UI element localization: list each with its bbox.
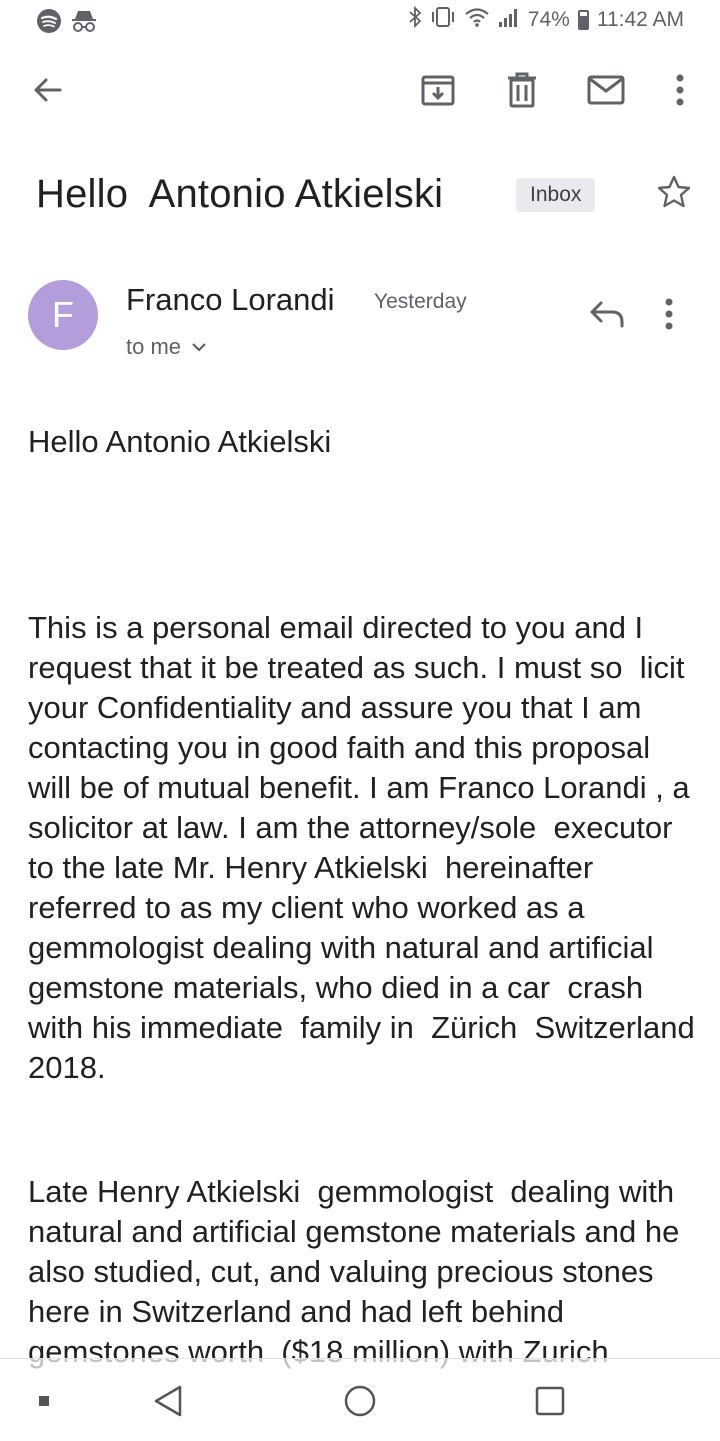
signal-icon <box>498 6 520 34</box>
sender-row: F Franco Lorandi Yesterday to me <box>28 280 696 370</box>
home-button[interactable] <box>338 1379 382 1423</box>
recipient-details-toggle[interactable]: to me <box>126 334 207 360</box>
app-bar <box>0 58 720 122</box>
back-triangle-icon <box>154 1385 182 1417</box>
email-paragraph-2: Late Henry Atkielski gemmologist dealing… <box>28 1174 688 1369</box>
mail-icon <box>587 75 625 105</box>
battery-icon <box>577 10 589 30</box>
navigation-bar <box>0 1358 720 1441</box>
reply-icon <box>590 301 624 328</box>
email-paragraph-1: This is a personal email directed to you… <box>28 610 704 1085</box>
more-vert-icon <box>676 74 684 106</box>
home-circle-icon <box>344 1385 376 1417</box>
recipient-label: to me <box>126 334 182 359</box>
vibrate-icon <box>430 6 456 34</box>
delete-button[interactable] <box>502 70 542 110</box>
bluetooth-icon <box>408 5 422 34</box>
recents-dot-button[interactable] <box>22 1379 66 1423</box>
email-time: Yesterday <box>374 290 467 313</box>
more-vert-icon <box>665 298 673 330</box>
more-options-button[interactable] <box>660 70 700 110</box>
status-bar-left <box>36 8 98 39</box>
incognito-icon <box>70 8 98 39</box>
back-button[interactable] <box>28 70 68 110</box>
spotify-icon <box>36 8 62 39</box>
nav-back-button[interactable] <box>146 1379 190 1423</box>
reply-button[interactable] <box>588 298 632 338</box>
email-body: Hello Antonio Atkielski This is a person… <box>28 422 698 1372</box>
star-button[interactable] <box>656 174 696 214</box>
inbox-label-badge[interactable]: Inbox <box>516 178 596 212</box>
recents-dot-icon <box>39 1396 49 1406</box>
status-bar: 74% 11:42 AM <box>0 0 720 44</box>
overview-square-icon <box>535 1386 565 1416</box>
wifi-icon <box>464 6 490 34</box>
status-bar-right: 74% 11:42 AM <box>408 5 684 34</box>
star-icon <box>657 175 691 208</box>
sender-name: Franco Lorandi <box>126 282 335 317</box>
email-subject: Hello Antonio Atkielski <box>36 172 444 216</box>
subject-row: Hello Antonio Atkielski Inbox <box>36 168 696 224</box>
mark-unread-button[interactable] <box>586 70 626 110</box>
battery-percent: 74% <box>527 8 570 31</box>
archive-icon <box>421 75 455 106</box>
chevron-down-icon <box>192 343 206 352</box>
overview-button[interactable] <box>528 1379 572 1423</box>
back-arrow-icon <box>34 78 62 102</box>
clock: 11:42 AM <box>596 8 684 31</box>
trash-icon <box>508 72 536 108</box>
message-more-button[interactable] <box>664 298 700 338</box>
email-greeting: Hello Antonio Atkielski <box>28 424 332 459</box>
archive-button[interactable] <box>418 70 458 110</box>
avatar[interactable]: F <box>28 280 98 350</box>
